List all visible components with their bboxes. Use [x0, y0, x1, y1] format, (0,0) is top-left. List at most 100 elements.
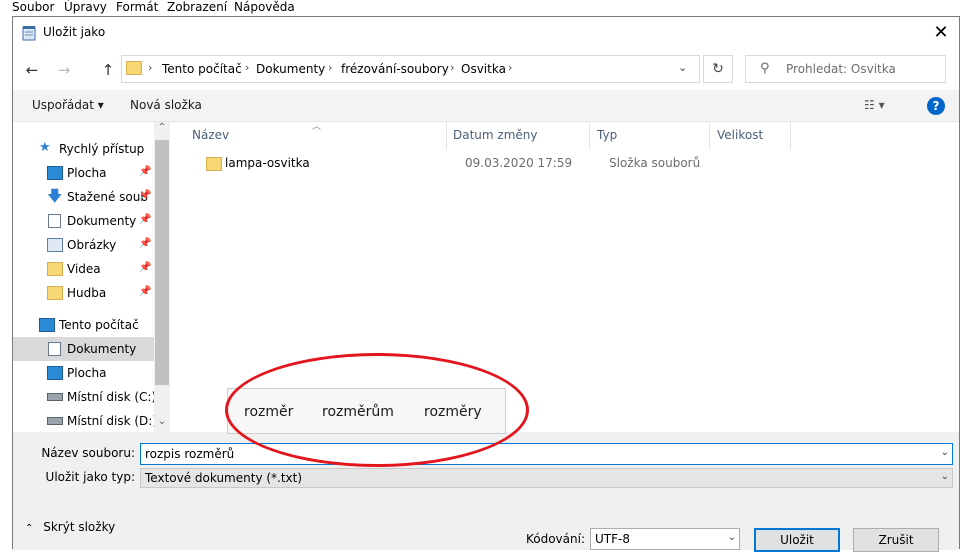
file-date: 09.03.2020 17:59	[465, 156, 573, 170]
document-icon	[48, 342, 61, 356]
navigation-bar: ← → ↑ › Tento počítač › Dokumenty › fréz…	[13, 48, 959, 90]
save-as-dialog: Uložit jako ✕ ← → ↑ › Tento počítač › Do…	[12, 16, 960, 552]
breadcrumb-item[interactable]: Osvitka	[461, 62, 506, 76]
organize-button[interactable]: Uspořádat ▾	[32, 98, 104, 112]
column-header-date[interactable]: Datum změny	[453, 128, 538, 142]
breadcrumb-item[interactable]: Tento počítač	[162, 62, 242, 76]
pin-icon: 📌	[139, 262, 152, 273]
sidebar-item-documents-pc[interactable]: Dokumenty	[13, 337, 154, 361]
chevron-right-icon: ›	[245, 61, 250, 74]
chevron-right-icon: ›	[450, 61, 455, 74]
sort-arrow-icon: ︿	[312, 122, 322, 132]
save-button[interactable]: Uložit	[754, 528, 840, 552]
view-options-icon[interactable]: ☷ ▾	[864, 98, 885, 112]
filetype-value: Textové dokumenty (*.txt)	[145, 471, 303, 485]
sidebar-item-music[interactable]: Hudba 📌	[13, 281, 154, 305]
sidebar-item-drive-d[interactable]: Místní disk (D:)	[13, 409, 157, 432]
chevron-right-icon: ›	[148, 61, 153, 74]
sidebar-item-label: Videa	[67, 262, 101, 276]
menu-napoveda[interactable]: Nápověda	[234, 0, 295, 14]
column-divider[interactable]	[589, 122, 590, 150]
menu-format[interactable]: Formát	[116, 0, 158, 14]
pictures-icon	[47, 238, 63, 252]
background-menubar: Soubor Úpravy Formát Zobrazení Nápověda	[0, 0, 966, 16]
column-header-type[interactable]: Typ	[597, 128, 617, 142]
chevron-right-icon: ›	[328, 61, 333, 74]
back-button[interactable]: ←	[21, 59, 43, 81]
chevron-down-icon[interactable]: ⌄	[154, 416, 170, 432]
chevron-up-icon[interactable]: ⌃	[154, 122, 170, 138]
filetype-select[interactable]: Textové dokumenty (*.txt) ⌄	[140, 468, 953, 488]
sidebar-item-this-pc[interactable]: Tento počítač	[13, 313, 154, 337]
menu-upravy[interactable]: Úpravy	[64, 0, 107, 14]
chevron-down-icon[interactable]: ⌄	[941, 471, 949, 482]
sidebar-item-label: Obrázky	[67, 238, 117, 252]
encoding-label: Kódování:	[525, 532, 585, 546]
chevron-down-icon[interactable]: ⌄	[728, 532, 736, 543]
sidebar-item-videos[interactable]: Videa 📌	[13, 257, 154, 281]
pin-icon: 📌	[139, 214, 152, 225]
sidebar-item-label: Místní disk (C:)	[67, 390, 157, 404]
menu-zobrazeni[interactable]: Zobrazení	[167, 0, 227, 14]
hide-folders-button[interactable]: ⌃ Skrýt složky	[25, 520, 115, 534]
help-icon[interactable]: ?	[927, 97, 945, 115]
address-bar[interactable]: › Tento počítač › Dokumenty › frézování-…	[121, 55, 700, 83]
download-icon: 🡇	[47, 187, 63, 205]
sidebar-item-pictures[interactable]: Obrázky 📌	[13, 233, 154, 257]
table-row[interactable]: lampa-osvitka 09.03.2020 17:59 Složka so…	[186, 152, 946, 174]
column-header-size[interactable]: Velikost	[717, 128, 763, 142]
sidebar-item-downloads[interactable]: 🡇 Stažené soub 📌	[13, 185, 154, 209]
sidebar-item-quick-access[interactable]: ★ Rychlý přístup	[13, 137, 154, 161]
sidebar-item-drive-c[interactable]: Místní disk (C:)	[13, 385, 157, 409]
column-header-name[interactable]: Název	[192, 128, 229, 142]
sidebar-item-desktop[interactable]: Plocha 📌	[13, 161, 154, 185]
notepad-icon	[22, 26, 36, 41]
up-button[interactable]: ↑	[97, 59, 119, 81]
column-divider[interactable]	[446, 122, 447, 150]
sidebar-item-label: Tento počítač	[59, 318, 139, 332]
sidebar-item-desktop-pc[interactable]: Plocha	[13, 361, 154, 385]
breadcrumb-item[interactable]: Dokumenty	[256, 62, 325, 76]
column-divider[interactable]	[709, 122, 710, 150]
star-icon: ★	[39, 140, 51, 155]
chevron-down-icon[interactable]: ⌄	[678, 61, 692, 74]
chevron-down-icon[interactable]: ⌄	[941, 447, 949, 458]
cancel-button[interactable]: Zrušit	[853, 528, 939, 552]
filetype-label: Uložit jako typ:	[45, 470, 135, 484]
menu-soubor[interactable]: Soubor	[12, 0, 54, 14]
sidebar-item-label: Plocha	[67, 366, 107, 380]
search-box[interactable]: ⚲ Prohledat: Osvitka	[745, 55, 946, 83]
sidebar-item-label: Rychlý přístup	[59, 142, 145, 156]
dialog-title: Uložit jako	[43, 25, 106, 39]
sidebar-item-documents[interactable]: Dokumenty 📌	[13, 209, 154, 233]
forward-button[interactable]: →	[53, 59, 75, 81]
pin-icon: 📌	[139, 286, 152, 297]
sidebar-item-label: Hudba	[67, 286, 107, 300]
title-bar: Uložit jako ✕	[13, 17, 959, 48]
column-divider[interactable]	[790, 122, 791, 150]
file-type: Složka souborů	[609, 156, 701, 170]
new-folder-button[interactable]: Nová složka	[130, 98, 202, 112]
search-icon: ⚲	[760, 61, 770, 76]
close-button[interactable]: ✕	[925, 20, 957, 46]
encoding-select[interactable]: UTF-8 ⌄	[590, 528, 740, 550]
pin-icon: 📌	[139, 190, 152, 201]
sidebar-item-label: Plocha	[67, 166, 107, 180]
file-name: lampa-osvitka	[225, 156, 310, 170]
drive-icon	[47, 393, 63, 401]
filename-label: Název souboru:	[41, 446, 135, 460]
document-icon	[48, 214, 61, 228]
filename-value: rozpis rozměrů	[145, 447, 235, 461]
folder-icon	[47, 286, 63, 300]
command-bar: Uspořádat ▾ Nová složka ☷ ▾ ?	[13, 90, 959, 122]
folder-icon	[206, 157, 222, 171]
folder-icon	[47, 262, 63, 276]
red-annotation-ellipse	[225, 353, 529, 467]
sidebar-scroll-thumb[interactable]	[155, 140, 169, 385]
folder-icon	[126, 61, 142, 75]
sidebar-item-label: Dokumenty	[67, 342, 137, 356]
chevron-right-icon: ›	[508, 61, 513, 74]
breadcrumb-item[interactable]: frézování-soubory	[341, 62, 449, 76]
encoding-value: UTF-8	[595, 532, 630, 546]
refresh-button[interactable]: ↻	[703, 55, 733, 83]
